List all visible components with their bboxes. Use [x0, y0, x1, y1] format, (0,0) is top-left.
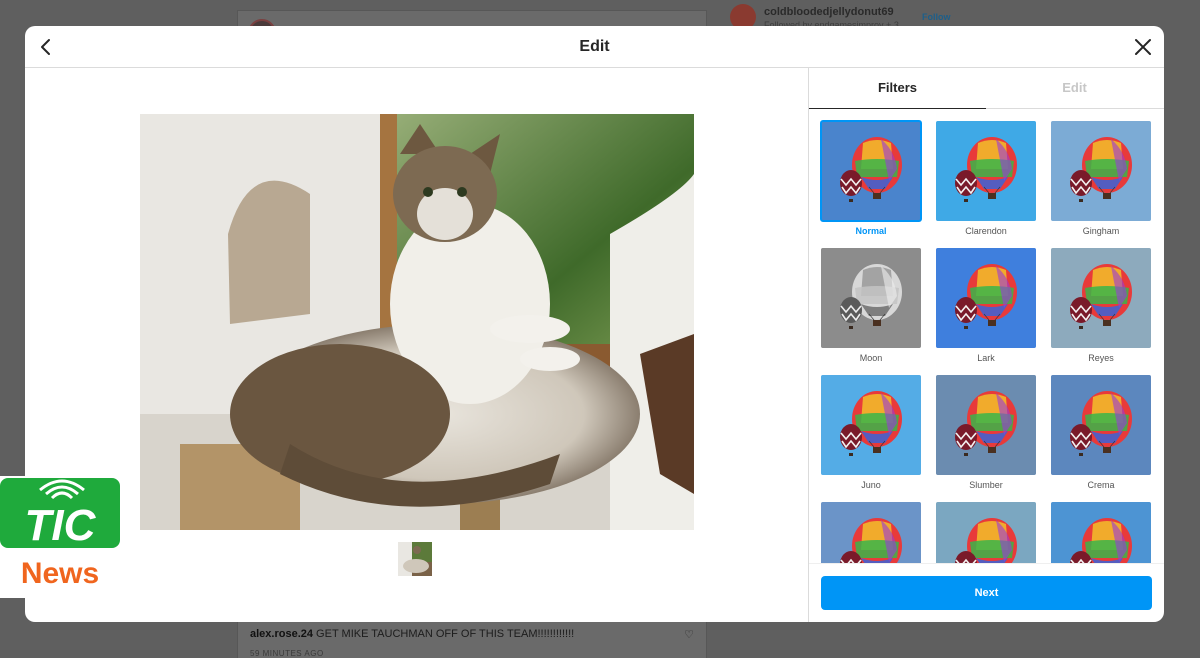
filter-option[interactable]: Slumber: [936, 375, 1036, 495]
filter-label: Crema: [1087, 480, 1115, 490]
comment-timestamp: 59 MINUTES AGO: [250, 649, 324, 658]
tic-news-logo: TIC News: [0, 476, 122, 598]
filter-preview-image: [821, 248, 921, 348]
photo-preview-area: [25, 68, 808, 622]
filter-option[interactable]: [821, 502, 921, 563]
tab-filters[interactable]: Filters: [809, 68, 986, 109]
filter-preview-image: [936, 502, 1036, 563]
filter-label: Juno: [861, 480, 881, 490]
tic-news-logo-image: TIC News: [0, 476, 122, 598]
filter-preview-image: [821, 375, 921, 475]
svg-text:News: News: [21, 557, 99, 590]
filter-option[interactable]: Lark: [936, 248, 1036, 368]
filter-option[interactable]: Normal: [820, 120, 922, 241]
edit-modal: Edit Filters Edit Normal Clarendon Gingh…: [25, 26, 1164, 622]
filter-preview-image: [820, 120, 922, 222]
filter-preview-image: [1051, 121, 1151, 221]
filter-label: Clarendon: [965, 226, 1007, 236]
tab-edit[interactable]: Edit: [986, 68, 1163, 109]
photo-preview: [140, 114, 694, 530]
filter-option[interactable]: Juno: [821, 375, 921, 495]
filter-option[interactable]: Moon: [821, 248, 921, 368]
filter-option[interactable]: Gingham: [1051, 121, 1151, 241]
suggestion-username: coldbloodedjellydonut69: [764, 6, 894, 18]
heart-icon: ♡: [684, 629, 694, 641]
filter-preview-image: [1051, 502, 1151, 563]
filter-label: Normal: [855, 226, 887, 236]
modal-header: Edit: [25, 26, 1164, 68]
filter-option[interactable]: Clarendon: [936, 121, 1036, 241]
filter-preview-image: [1051, 248, 1151, 348]
filter-preview-image: [936, 248, 1036, 348]
thumbnail-image: [398, 542, 432, 576]
panel-footer: Next: [809, 563, 1164, 622]
filter-grid: Normal Clarendon Gingham Moon Lark Reyes…: [809, 109, 1164, 563]
filter-label: Reyes: [1088, 353, 1114, 363]
adjustments-panel: Filters Edit Normal Clarendon Gingham Mo…: [808, 68, 1164, 622]
filter-preview-image: [936, 375, 1036, 475]
filter-preview-image: [1051, 375, 1151, 475]
next-button[interactable]: Next: [821, 576, 1152, 610]
modal-title: Edit: [579, 38, 610, 55]
filter-label: Moon: [859, 353, 883, 363]
filter-label: Slumber: [969, 480, 1003, 490]
panel-tabs: Filters Edit: [809, 68, 1164, 109]
filter-preview-image: [821, 502, 921, 563]
filter-option[interactable]: [1051, 502, 1151, 563]
background-comment: alex.rose.24 GET MIKE TAUCHMAN OFF OF TH…: [250, 628, 575, 640]
cat-photo: [140, 114, 694, 530]
follow-link: Follow: [922, 12, 951, 22]
photo-thumbnail[interactable]: [398, 542, 432, 576]
filter-label: Lark: [977, 353, 995, 363]
filter-preview-image: [936, 121, 1036, 221]
svg-text:TIC: TIC: [25, 501, 97, 550]
filter-label: Gingham: [1082, 226, 1120, 236]
close-button[interactable]: [1130, 34, 1156, 60]
filter-option[interactable]: Reyes: [1051, 248, 1151, 368]
filter-option[interactable]: [936, 502, 1036, 563]
filter-option[interactable]: Crema: [1051, 375, 1151, 495]
close-icon: [1135, 39, 1151, 55]
